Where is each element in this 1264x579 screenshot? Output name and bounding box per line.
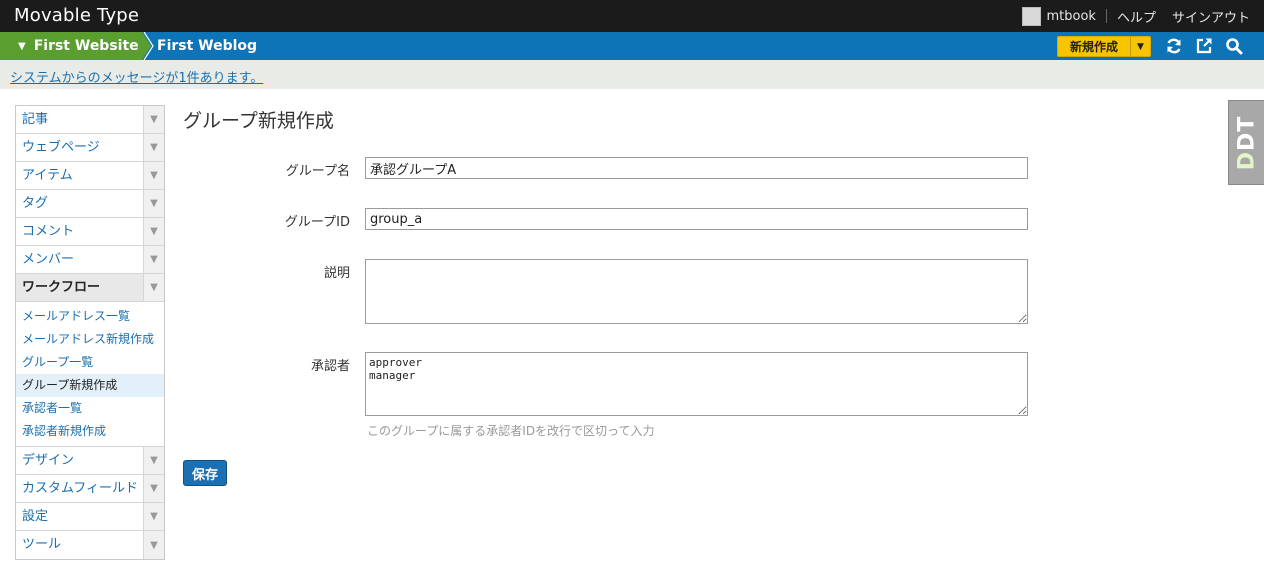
sidebar-item-label: 記事 (22, 112, 49, 127)
sidebar-item-members[interactable]: メンバー ▼ (16, 246, 164, 274)
external-link-icon[interactable] (1195, 37, 1213, 55)
group-name-input[interactable] (365, 157, 1028, 179)
expand-arrow-icon[interactable]: ▼ (143, 162, 164, 189)
sidebar-item-workflow[interactable]: ワークフロー ▼ (16, 274, 164, 302)
sidebar-item-tools[interactable]: ツール ▼ (16, 531, 164, 559)
refresh-icon[interactable] (1165, 37, 1183, 55)
sidebar-item-label: 設定 (22, 509, 49, 524)
new-entry-label: 新規作成 (1069, 40, 1118, 54)
signout-link[interactable]: サインアウト (1172, 7, 1250, 26)
system-message-bar: システムからのメッセージが1件あります。 (0, 60, 1264, 89)
app-logo[interactable]: Movable Type (14, 5, 139, 26)
sidebar-item-label: ツール (22, 537, 62, 552)
sidebar-item-design[interactable]: デザイン ▼ (16, 447, 164, 475)
expand-arrow-icon[interactable]: ▼ (143, 503, 164, 530)
breadcrumb-divider (143, 32, 154, 60)
dropdown-arrow-icon[interactable]: ▼ (1130, 37, 1150, 56)
expand-arrow-icon[interactable]: ▼ (143, 274, 164, 301)
workflow-submenu: メールアドレス一覧 メールアドレス新規作成 グループ一覧 グループ新規作成 承認… (16, 302, 164, 447)
search-icon[interactable] (1225, 37, 1243, 55)
help-link[interactable]: ヘルプ (1117, 7, 1156, 26)
nav-separator (1105, 9, 1107, 23)
sidebar-item-entries[interactable]: 記事 ▼ (16, 106, 164, 134)
submenu-approver-new[interactable]: 承認者新規作成 (16, 420, 164, 443)
approvers-hint: このグループに属する承認者IDを改行で区切って入力 (367, 424, 655, 438)
expand-arrow-icon[interactable]: ▼ (143, 475, 164, 502)
website-switcher[interactable]: ▼ First Website (0, 32, 142, 60)
description-textarea[interactable] (365, 259, 1028, 324)
user-avatar[interactable] (1021, 6, 1041, 26)
debug-tab-label: DDT (1234, 115, 1259, 170)
top-bar: Movable Type mtbook ヘルプ サインアウト (0, 0, 1264, 32)
blog-name-link[interactable]: First Weblog (157, 32, 257, 60)
sidebar-item-webpages[interactable]: ウェブページ ▼ (16, 134, 164, 162)
blog-bar: ▼ First Website First Weblog 新規作成 ▼ (0, 32, 1264, 60)
approvers-textarea[interactable]: approver manager (365, 352, 1028, 416)
save-button[interactable]: 保存 (183, 460, 227, 486)
sidebar-item-label: ワークフロー (22, 280, 101, 295)
expand-arrow-icon[interactable]: ▼ (143, 531, 164, 559)
system-message-link[interactable]: システムからのメッセージが1件あります。 (10, 67, 263, 86)
group-name-label: グループ名 (285, 164, 350, 179)
sidebar-item-label: アイテム (22, 168, 73, 183)
description-label: 説明 (323, 266, 350, 281)
submenu-email-list[interactable]: メールアドレス一覧 (16, 305, 164, 328)
sidebar-item-label: タグ (22, 196, 49, 211)
page-title: グループ新規作成 (183, 110, 334, 132)
expand-arrow-icon[interactable]: ▼ (143, 447, 164, 474)
debug-toolbar-tab[interactable]: DDT (1228, 100, 1264, 185)
expand-arrow-icon[interactable]: ▼ (143, 246, 164, 273)
expand-arrow-icon[interactable]: ▼ (143, 134, 164, 161)
sidebar-item-label: メンバー (22, 252, 75, 267)
sidebar-item-comments[interactable]: コメント ▼ (16, 218, 164, 246)
top-nav: mtbook ヘルプ サインアウト (1021, 0, 1250, 32)
sidebar-item-label: コメント (22, 224, 75, 239)
submenu-group-new[interactable]: グループ新規作成 (16, 374, 164, 397)
sidebar-item-label: デザイン (22, 453, 75, 468)
sidebar-item-assets[interactable]: アイテム ▼ (16, 162, 164, 190)
sidebar-item-settings[interactable]: 設定 ▼ (16, 503, 164, 531)
sidebar-item-label: カスタムフィールド (22, 481, 138, 496)
sidebar-menu: 記事 ▼ ウェブページ ▼ アイテム ▼ タグ ▼ コメント ▼ メンバー ▼ … (15, 105, 165, 560)
sidebar-item-custom-fields[interactable]: カスタムフィールド ▼ (16, 475, 164, 503)
submenu-group-list[interactable]: グループ一覧 (16, 351, 164, 374)
submenu-email-new[interactable]: メールアドレス新規作成 (16, 328, 164, 351)
approvers-label: 承認者 (310, 359, 350, 374)
caret-down-icon: ▼ (18, 40, 26, 52)
new-entry-button[interactable]: 新規作成 ▼ (1057, 36, 1151, 57)
expand-arrow-icon[interactable]: ▼ (143, 106, 164, 133)
group-id-label: グループID (284, 215, 350, 230)
expand-arrow-icon[interactable]: ▼ (143, 190, 164, 217)
expand-arrow-icon[interactable]: ▼ (143, 218, 164, 245)
website-name: First Website (33, 38, 139, 54)
sidebar-item-label: ウェブページ (22, 140, 100, 155)
submenu-approver-list[interactable]: 承認者一覧 (16, 397, 164, 420)
sidebar-item-tags[interactable]: タグ ▼ (16, 190, 164, 218)
group-id-input[interactable] (365, 208, 1028, 230)
user-name-link[interactable]: mtbook (1047, 9, 1096, 24)
